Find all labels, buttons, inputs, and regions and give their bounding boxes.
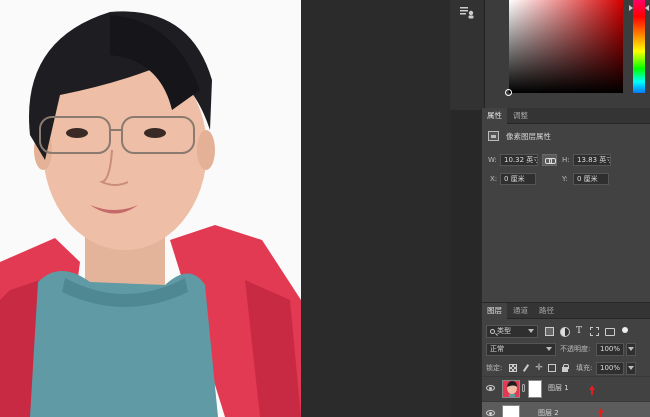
portrait-image [0, 0, 301, 417]
width-label: W: [488, 156, 497, 164]
annotation-arrow [589, 385, 595, 395]
layer-name[interactable]: 图层 1 [548, 377, 569, 399]
layer-filter-row: 类型 T [486, 325, 648, 338]
width-field[interactable]: 10.32 英寸 [500, 154, 538, 166]
chain-link-icon[interactable] [522, 384, 525, 392]
filter-adjustment-icon[interactable] [559, 326, 570, 337]
lock-move-icon[interactable]: ✛ [535, 364, 543, 373]
fill-field[interactable]: 100% [596, 362, 624, 375]
tab-channels[interactable]: 通道 [508, 303, 533, 319]
lock-icon[interactable] [561, 364, 569, 372]
tab-adjustments[interactable]: 调整 [508, 108, 533, 124]
chevron-down-icon [628, 366, 634, 370]
layer-name[interactable]: 图层 2 [538, 402, 559, 417]
opacity-field[interactable]: 100% [596, 343, 624, 356]
chevron-down-icon [628, 347, 634, 351]
height-field[interactable]: 13.83 英寸 [573, 154, 611, 166]
properties-tabbar: 属性 调整 [482, 108, 650, 124]
hue-marker-left[interactable] [629, 5, 633, 11]
layer-thumbnail[interactable] [502, 405, 520, 417]
lock-label: 锁定: [486, 364, 503, 372]
properties-panel: 属性 调整 像素图层属性 W: 10.32 英寸 H: 13.83 英寸 X: … [481, 108, 650, 302]
blend-mode-select[interactable]: 正常 [486, 343, 556, 356]
filter-pixel-icon[interactable] [544, 326, 554, 336]
fill-label: 填充: [576, 364, 593, 372]
lock-row: 锁定: ✛ 填充: 100% [486, 362, 648, 375]
search-icon [490, 329, 495, 334]
layer-row[interactable]: 图层 2 [482, 401, 650, 417]
opacity-label: 不透明度: [560, 345, 591, 353]
layer-mask-thumbnail[interactable] [528, 380, 542, 398]
layers-panel: 图层 通道 路径 类型 T 正常 不透明度: 100% 锁定: ✛ 填充: 10 [481, 303, 650, 417]
filter-shape-icon[interactable] [589, 326, 599, 336]
hue-marker-right[interactable] [645, 5, 649, 11]
eye-icon[interactable] [486, 410, 495, 416]
color-field[interactable] [509, 0, 623, 93]
pixel-layer-icon [488, 131, 499, 141]
chevron-down-icon [528, 329, 534, 333]
filter-kind-select[interactable]: 类型 [486, 325, 538, 338]
x-label: X: [490, 175, 498, 183]
chevron-down-icon [546, 347, 552, 351]
y-label: Y: [562, 175, 568, 183]
link-icon[interactable] [542, 154, 557, 166]
tool-dock-icon[interactable] [459, 4, 475, 20]
fill-dropdown[interactable] [626, 362, 636, 375]
canvas-photo[interactable] [0, 0, 301, 417]
filter-toggle-icon[interactable] [620, 326, 630, 336]
blend-row: 正常 不透明度: 100% [486, 343, 648, 356]
tab-layers[interactable]: 图层 [482, 303, 507, 319]
filter-text-icon[interactable]: T [574, 326, 584, 336]
annotation-arrow [598, 408, 604, 417]
filter-smart-object-icon[interactable] [604, 326, 615, 336]
height-label: H: [562, 156, 570, 164]
eye-icon[interactable] [486, 385, 495, 391]
y-field[interactable]: 0 厘米 [573, 173, 609, 185]
x-field[interactable]: 0 厘米 [500, 173, 536, 185]
filter-kind-value: 类型 [497, 327, 511, 335]
layer-row[interactable]: 图层 1 [482, 376, 650, 400]
lock-transparent-icon[interactable] [509, 364, 517, 372]
color-field-marker[interactable] [505, 89, 512, 96]
opacity-dropdown[interactable] [626, 343, 636, 356]
layers-tabbar: 图层 通道 路径 [482, 303, 650, 319]
lock-brush-icon[interactable] [522, 364, 530, 372]
blend-mode-value: 正常 [490, 345, 504, 353]
layer-thumbnail[interactable] [502, 380, 520, 398]
lock-artboard-icon[interactable] [548, 364, 556, 372]
hue-slider[interactable] [633, 0, 645, 93]
canvas-pasteboard [301, 0, 450, 417]
properties-subtitle: 像素图层属性 [506, 132, 551, 141]
tab-paths[interactable]: 路径 [534, 303, 559, 319]
tab-properties[interactable]: 属性 [482, 108, 507, 124]
